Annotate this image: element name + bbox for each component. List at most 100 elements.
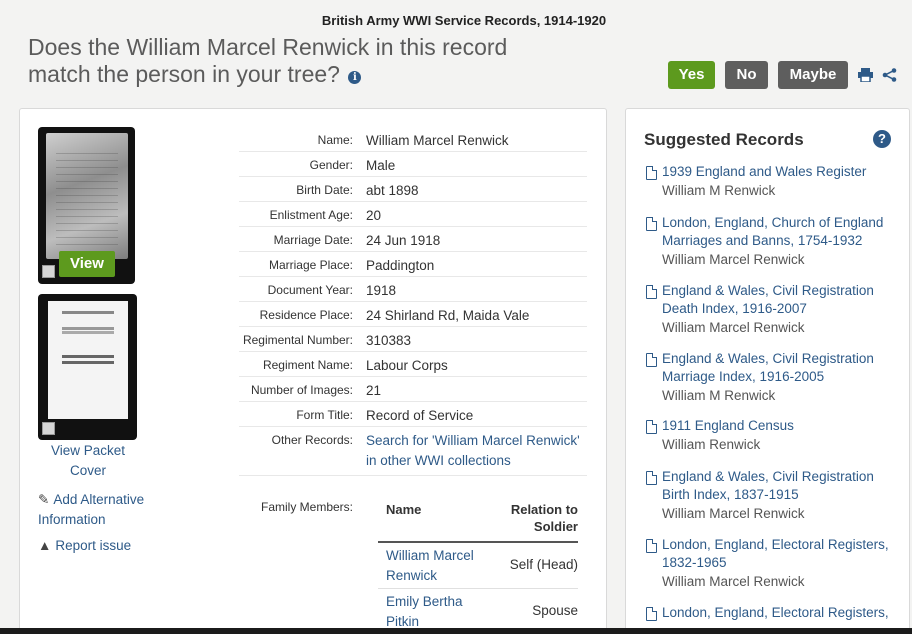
detail-row-number-of-images: Number of Images: 21: [239, 377, 587, 402]
detail-row-regiment-name: Regiment Name: Labour Corps: [239, 352, 587, 377]
suggested-record-item[interactable]: London, England, Church of England Marri…: [646, 214, 896, 269]
family-member-relation: Self (Head): [509, 557, 578, 572]
share-icon[interactable]: [882, 68, 897, 85]
suggested-record-title[interactable]: England & Wales, Civil Registration Deat…: [662, 282, 896, 318]
detail-row-form-title: Form Title: Record of Service: [239, 402, 587, 427]
record-image-preview: [46, 133, 128, 259]
detail-value: abt 1898: [366, 183, 419, 198]
detail-value: Labour Corps: [366, 358, 448, 373]
view-packet-cover-link[interactable]: View Packet Cover: [38, 441, 138, 481]
detail-label: Birth Date:: [296, 183, 353, 197]
suggested-record-item[interactable]: England & Wales, Civil Registration Marr…: [646, 350, 896, 405]
family-col-relation: Relation to Soldier: [510, 502, 578, 534]
help-icon[interactable]: ?: [873, 130, 891, 148]
taskbar: [0, 628, 912, 634]
detail-row-residence-place: Residence Place: 24 Shirland Rd, Maida Va…: [239, 302, 587, 327]
detail-row-gender: Gender: Male: [239, 152, 587, 177]
suggested-record-item[interactable]: England & Wales, Civil Registration Deat…: [646, 282, 896, 337]
detail-value: Male: [366, 158, 396, 173]
detail-label: Marriage Date:: [273, 233, 353, 247]
detail-label: Gender:: [309, 158, 353, 172]
detail-value: Paddington: [366, 258, 435, 273]
info-icon[interactable]: i: [348, 71, 362, 84]
suggested-record-title[interactable]: 1911 England Census: [662, 417, 896, 435]
suggested-record-person: William Marcel Renwick: [662, 320, 805, 335]
document-icon: [646, 539, 657, 553]
other-records-search-link[interactable]: Search for 'William Marcel Renwick' in o…: [366, 431, 587, 471]
suggested-record-person: William Marcel Renwick: [662, 252, 805, 267]
suggested-record-title[interactable]: London, England, Electoral Registers,: [662, 604, 896, 622]
detail-label: Form Title:: [296, 408, 353, 422]
document-icon: [646, 420, 657, 434]
detail-label: Marriage Place:: [268, 258, 353, 272]
database-title: British Army WWI Service Records, 1914-1…: [321, 13, 607, 28]
suggested-record-person: William Marcel Renwick: [662, 574, 805, 589]
suggested-record-title[interactable]: London, England, Church of England Marri…: [662, 214, 896, 250]
detail-label: Number of Images:: [250, 383, 353, 397]
detail-value: 21: [366, 383, 382, 398]
document-icon: [646, 471, 657, 485]
document-icon: [646, 285, 657, 299]
suggested-record-title[interactable]: 1939 England and Wales Register: [662, 163, 896, 181]
detail-row-marriage-place: Marriage Place: Paddington: [239, 252, 587, 277]
pencil-icon: ✎: [38, 492, 50, 507]
packet-cover-thumbnail[interactable]: [38, 294, 137, 440]
detail-value: 24 Jun 1918: [366, 233, 441, 248]
question-line-1: Does the William Marcel Renwick in this …: [28, 34, 508, 60]
document-icon: [646, 217, 657, 231]
suggested-record-item[interactable]: London, England, Electoral Registers, 18…: [646, 536, 896, 591]
report-issue-link[interactable]: ▲ Report issue: [38, 536, 158, 556]
print-icon[interactable]: [858, 68, 873, 85]
packet-select-checkbox[interactable]: [42, 422, 55, 435]
detail-row-birth-date: Birth Date: abt 1898: [239, 177, 587, 202]
family-row: William Marcel Renwick Self (Head): [378, 543, 578, 589]
document-icon: [646, 353, 657, 367]
image-select-checkbox[interactable]: [42, 265, 55, 278]
family-members-label: Family Members:: [260, 500, 353, 514]
family-member-link[interactable]: William Marcel Renwick: [378, 543, 488, 588]
detail-value: 20: [366, 208, 382, 223]
detail-row-regimental-number: Regimental Number: 310383: [239, 327, 587, 352]
record-details-table: Name: William Marcel Renwick Gender: Male …: [239, 127, 587, 476]
document-icon: [646, 607, 657, 621]
detail-label: Enlistment Age:: [269, 208, 353, 222]
detail-value: 24 Shirland Rd, Maida Vale: [366, 308, 530, 323]
family-members-table: Name Relation to Soldier William Marcel …: [378, 501, 578, 634]
yes-button[interactable]: Yes: [668, 61, 715, 89]
suggested-record-item[interactable]: 1911 England Census William Renwick: [646, 417, 896, 454]
detail-label: Other Records:: [271, 433, 353, 447]
detail-row-document-year: Document Year: 1918: [239, 277, 587, 302]
detail-label: Residence Place:: [259, 308, 353, 322]
suggested-record-person: William M Renwick: [662, 388, 776, 403]
detail-row-name: Name: William Marcel Renwick: [239, 127, 587, 152]
suggested-records-title: Suggested Records: [644, 130, 804, 149]
detail-label: Document Year:: [267, 283, 353, 297]
no-button[interactable]: No: [725, 61, 768, 89]
suggested-record-title[interactable]: England & Wales, Civil Registration Marr…: [662, 350, 896, 386]
detail-label: Regiment Name:: [262, 358, 353, 372]
suggested-record-item[interactable]: 1939 England and Wales Register William …: [646, 163, 896, 200]
family-col-name: Name: [386, 502, 422, 517]
maybe-button[interactable]: Maybe: [778, 61, 848, 89]
suggested-record-person: William Marcel Renwick: [662, 506, 805, 521]
detail-row-other-records: Other Records: Search for 'William Marcel…: [239, 427, 587, 476]
detail-row-enlistment-age: Enlistment Age: 20: [239, 202, 587, 227]
add-alternative-info-link[interactable]: ✎ Add Alternative Information: [38, 490, 163, 530]
detail-value: William Marcel Renwick: [366, 133, 509, 148]
detail-value: Record of Service: [366, 408, 474, 423]
warning-icon: ▲: [38, 538, 52, 553]
detail-label: Regimental Number:: [242, 333, 353, 347]
family-table-header: Name Relation to Soldier: [378, 501, 578, 543]
add-alternative-info-label: Add Alternative Information: [38, 492, 145, 527]
packet-cover-preview: [48, 301, 128, 419]
suggested-record-item[interactable]: London, England, Electoral Registers,: [646, 604, 896, 622]
document-icon: [646, 166, 657, 180]
detail-label: Name:: [317, 133, 353, 147]
question-line-2: match the person in your tree?: [28, 61, 340, 87]
match-question: Does the William Marcel Renwick in this …: [28, 34, 507, 88]
detail-value: 310383: [366, 333, 412, 348]
view-image-button[interactable]: View: [59, 251, 115, 277]
suggested-record-title[interactable]: London, England, Electoral Registers, 18…: [662, 536, 896, 572]
suggested-record-title[interactable]: England & Wales, Civil Registration Birt…: [662, 468, 896, 504]
suggested-record-item[interactable]: England & Wales, Civil Registration Birt…: [646, 468, 896, 523]
